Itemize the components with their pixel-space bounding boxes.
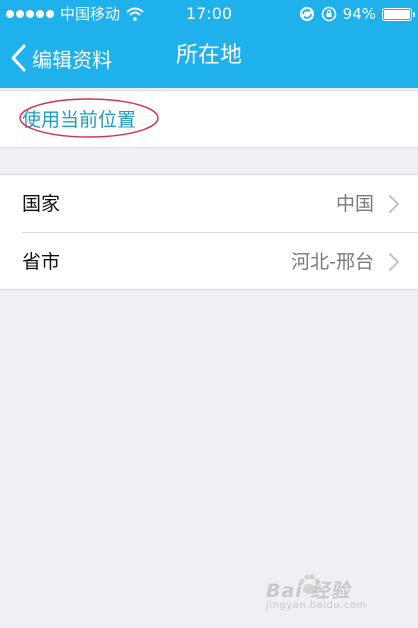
back-button[interactable]: 编辑资料 bbox=[10, 38, 112, 78]
sync-icon bbox=[299, 7, 314, 21]
battery-icon bbox=[382, 7, 415, 21]
province-city-row[interactable]: 省市 河北-邢台 bbox=[0, 233, 418, 291]
chevron-right-icon bbox=[389, 253, 399, 271]
location-detail-section: 国家 中国 省市 河北-邢台 bbox=[0, 174, 418, 290]
rotation-lock-icon bbox=[321, 6, 336, 22]
navigation-bar: 编辑资料 所在地 bbox=[0, 28, 418, 88]
battery-fill bbox=[384, 9, 410, 19]
country-value: 中国 bbox=[335, 193, 374, 215]
province-city-label: 省市 bbox=[22, 251, 61, 273]
province-city-value: 河北-邢台 bbox=[291, 251, 374, 273]
watermark-text: Bai 经验 bbox=[266, 580, 351, 602]
country-label: 国家 bbox=[22, 193, 61, 215]
status-right: 94% bbox=[299, 0, 415, 28]
country-row[interactable]: 国家 中国 bbox=[0, 175, 418, 233]
top-bar: 中国移动 17:00 94% 编辑资料 所在地 bbox=[0, 0, 418, 88]
battery-percent: 94% bbox=[342, 5, 376, 23]
status-bar: 中国移动 17:00 94% bbox=[0, 0, 418, 28]
watermark-url: jingyan.baidu.com bbox=[266, 600, 367, 611]
chevron-right-icon bbox=[389, 195, 399, 213]
use-current-location-button[interactable]: 使用当前位置 bbox=[22, 91, 136, 149]
back-button-label: 编辑资料 bbox=[32, 47, 112, 72]
baidu-jingyan-watermark: Bai 经验 jingyan.baidu.com bbox=[266, 570, 396, 614]
current-location-section: 使用当前位置 bbox=[0, 90, 418, 148]
chevron-left-icon bbox=[11, 44, 26, 72]
